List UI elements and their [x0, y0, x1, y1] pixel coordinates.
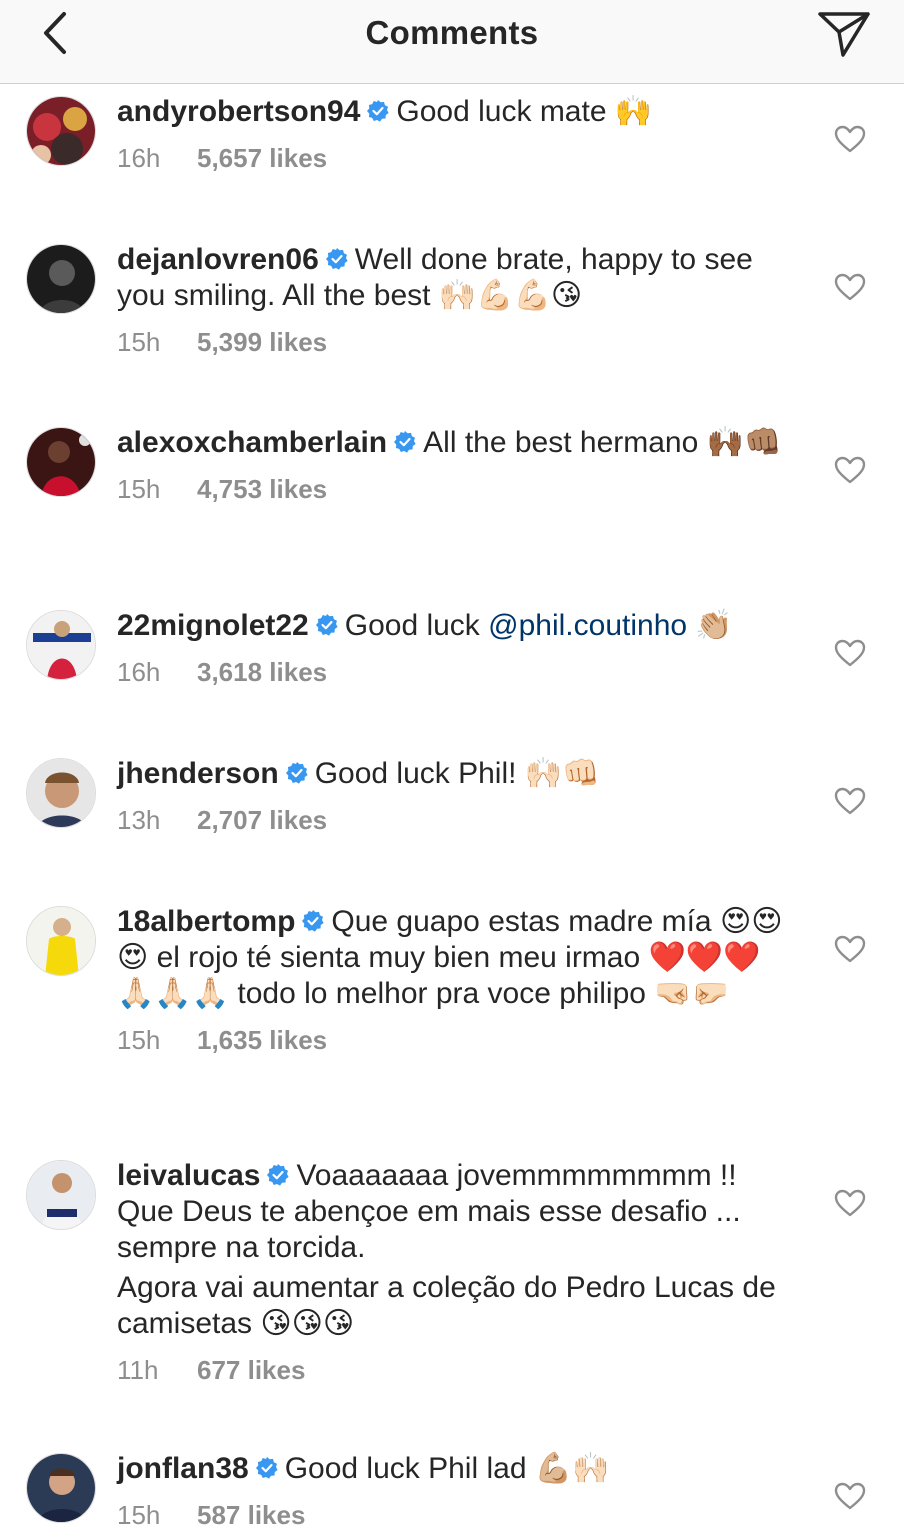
comment-meta: 11h 677 likes — [117, 1352, 797, 1388]
verified-badge-icon — [325, 248, 348, 270]
comment-username[interactable]: 22mignolet22 — [117, 609, 309, 642]
comment-text: Good luck — [344, 609, 489, 642]
heart-icon[interactable] — [834, 455, 866, 485]
verified-badge-icon — [255, 1457, 278, 1479]
avatar[interactable] — [26, 427, 96, 497]
comment-time: 11h — [117, 1355, 159, 1385]
comment-likes[interactable]: 1,635 likes — [197, 1025, 327, 1055]
comment-meta: 15h 1,635 likes — [117, 1022, 797, 1058]
header-bar: Comments — [0, 0, 904, 84]
comment-username[interactable]: alexoxchamberlain — [117, 426, 387, 459]
comment-username[interactable]: andyrobertson94 — [117, 95, 360, 128]
comment-time: 15h — [117, 474, 161, 504]
heart-icon[interactable] — [834, 638, 866, 668]
comment-meta: 15h 5,399 likes — [117, 324, 797, 360]
comment-meta: 15h 4,753 likes — [117, 471, 797, 507]
comment-time: 13h — [117, 805, 161, 835]
comment-username[interactable]: 18albertomp — [117, 905, 295, 938]
comment-time: 16h — [117, 143, 161, 173]
mention-link[interactable]: @phil.coutinho — [488, 609, 687, 642]
comment-time: 15h — [117, 1500, 161, 1530]
heart-icon[interactable] — [834, 1188, 866, 1218]
comment-likes[interactable]: 5,399 likes — [197, 327, 327, 357]
avatar[interactable] — [26, 1453, 96, 1523]
comment-username[interactable]: dejanlovren06 — [117, 243, 319, 276]
heart-icon[interactable] — [834, 934, 866, 964]
heart-icon[interactable] — [834, 124, 866, 154]
avatar[interactable] — [26, 610, 96, 680]
heart-icon[interactable] — [834, 1481, 866, 1511]
verified-badge-icon — [285, 762, 308, 784]
comment-text: Good luck Phil! 🙌🏻👊🏻 — [314, 757, 600, 790]
comment-text: Good luck Phil lad 💪🏼🙌🏻 — [284, 1452, 610, 1485]
comment-meta: 16h 5,657 likes — [117, 140, 797, 176]
avatar[interactable] — [26, 1160, 96, 1230]
comment-likes[interactable]: 587 likes — [197, 1500, 305, 1530]
share-button[interactable] — [814, 6, 874, 62]
heart-icon[interactable] — [834, 786, 866, 816]
comment-meta: 13h 2,707 likes — [117, 802, 797, 838]
comment-time: 16h — [117, 657, 161, 687]
comment-time: 15h — [117, 1025, 161, 1055]
comment-text-paragraph: Agora vai aumentar a coleção do Pedro Lu… — [117, 1271, 776, 1340]
comment-username[interactable]: jonflan38 — [117, 1452, 249, 1485]
avatar[interactable] — [26, 906, 96, 976]
comment-likes[interactable]: 2,707 likes — [197, 805, 327, 835]
comment-likes[interactable]: 5,657 likes — [197, 143, 327, 173]
comment-meta: 16h 3,618 likes — [117, 654, 797, 690]
comment-text: Good luck mate 🙌 — [396, 95, 653, 128]
avatar[interactable] — [26, 244, 96, 314]
comment-text-emoji: 👏🏼 — [687, 609, 733, 642]
verified-badge-icon — [367, 100, 390, 122]
avatar[interactable] — [26, 758, 96, 828]
page-title: Comments — [365, 14, 539, 51]
verified-badge-icon — [267, 1164, 290, 1186]
heart-icon[interactable] — [834, 272, 866, 302]
avatar[interactable] — [26, 96, 96, 166]
comment-time: 15h — [117, 327, 161, 357]
verified-badge-icon — [302, 910, 324, 932]
comment-likes[interactable]: 3,618 likes — [197, 657, 327, 687]
comment-username[interactable]: jhenderson — [117, 757, 279, 790]
verified-badge-icon — [315, 614, 338, 636]
verified-badge-icon — [394, 431, 416, 453]
comment-likes[interactable]: 4,753 likes — [197, 474, 327, 504]
comment-username[interactable]: leivalucas — [117, 1159, 260, 1192]
comment-likes[interactable]: 677 likes — [197, 1355, 305, 1385]
paper-plane-icon — [818, 12, 870, 57]
comment-meta: 15h 587 likes — [117, 1497, 797, 1533]
comment-text: All the best hermano 🙌🏾👊🏽 — [423, 426, 782, 459]
